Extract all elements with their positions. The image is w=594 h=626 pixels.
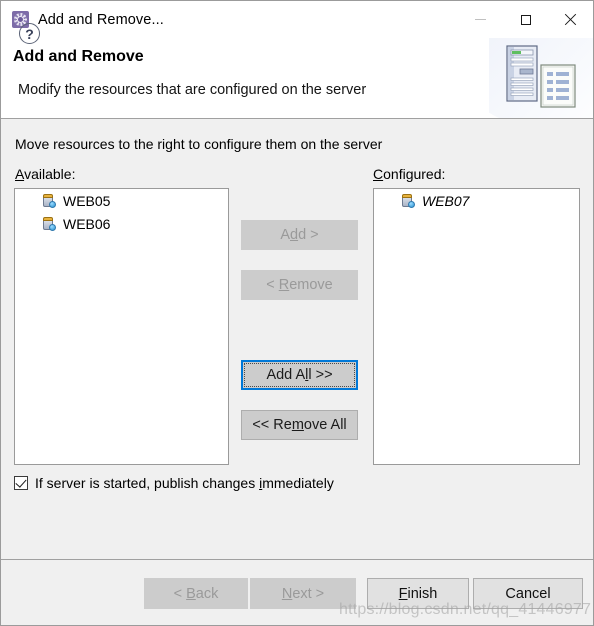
cancel-button[interactable]: Cancel xyxy=(473,578,583,609)
next-button-label-post: ext > xyxy=(292,585,325,602)
maximize-icon xyxy=(520,14,531,25)
available-label-rest: vailable: xyxy=(24,166,76,182)
back-button-label-post: ack xyxy=(195,585,219,602)
close-icon xyxy=(564,13,577,26)
next-button-mnemonic: N xyxy=(281,585,293,602)
configured-label: Configured: xyxy=(373,166,445,182)
dialog-content: Move resources to the right to configure… xyxy=(1,119,593,559)
publish-label-pre: If server is started, publish changes xyxy=(35,475,260,491)
wizard-header: Add and Remove Modify the resources that… xyxy=(1,38,593,119)
checkmark-icon xyxy=(15,476,27,488)
list-item-label: WEB07 xyxy=(422,192,470,209)
configured-label-mnemonic: C xyxy=(373,166,384,182)
help-icon[interactable]: ? xyxy=(19,23,40,44)
instruction-text: Move resources to the right to configure… xyxy=(15,136,383,152)
available-label-mnemonic: A xyxy=(15,166,25,182)
configured-label-rest: onfigured: xyxy=(383,166,446,182)
server-and-document-icon xyxy=(489,38,593,118)
finish-button-label-post: inish xyxy=(407,585,438,602)
maximize-button[interactable] xyxy=(503,1,548,38)
add-all-button-label-post: l >> xyxy=(308,367,333,383)
publish-immediately-label: If server is started, publish changes im… xyxy=(35,475,334,491)
remove-all-button-label-post: ove All xyxy=(303,417,347,433)
remove-button-mnemonic: R xyxy=(278,277,290,293)
page-title: Add and Remove xyxy=(13,48,144,65)
back-button[interactable]: < Back xyxy=(144,578,248,609)
back-button-mnemonic: B xyxy=(186,585,196,602)
list-item-label: WEB05 xyxy=(63,192,111,209)
window-title: Add and Remove... xyxy=(38,11,164,28)
add-all-button-label-pre: Add A xyxy=(266,367,306,383)
finish-button[interactable]: Finish xyxy=(367,578,469,609)
remove-all-button-label-pre: << Re xyxy=(252,417,292,433)
list-item[interactable]: WEB05 xyxy=(15,189,228,212)
configured-list[interactable]: WEB07 xyxy=(373,188,580,465)
remove-button-label-post: emove xyxy=(289,277,333,293)
next-button[interactable]: Next > xyxy=(250,578,356,609)
module-icon xyxy=(400,193,415,208)
minimize-icon xyxy=(475,19,486,20)
module-icon xyxy=(41,193,56,208)
publish-immediately-row[interactable]: If server is started, publish changes im… xyxy=(14,475,334,491)
window-controls xyxy=(458,1,593,38)
close-button[interactable] xyxy=(548,1,593,38)
add-button-label-post: d > xyxy=(298,227,319,243)
list-item[interactable]: WEB06 xyxy=(15,212,228,235)
remove-button-label-pre: < xyxy=(266,277,279,293)
remove-all-button-mnemonic: m xyxy=(291,417,304,433)
finish-button-mnemonic: F xyxy=(398,585,408,602)
publish-immediately-checkbox[interactable] xyxy=(14,476,28,490)
add-all-button[interactable]: Add All >> xyxy=(241,360,358,390)
list-item-label: WEB06 xyxy=(63,215,111,232)
title-bar: Add and Remove... xyxy=(1,1,593,38)
available-list[interactable]: WEB05 WEB06 xyxy=(14,188,229,465)
remove-button[interactable]: < Remove xyxy=(241,270,358,300)
back-button-label-pre: < xyxy=(173,585,187,602)
page-subtitle: Modify the resources that are configured… xyxy=(18,82,367,98)
minimize-button[interactable] xyxy=(458,1,503,38)
add-and-remove-dialog: Add and Remove... Add and Remove Modify … xyxy=(0,0,594,626)
add-button[interactable]: Add > xyxy=(241,220,358,250)
help-glyph: ? xyxy=(25,25,34,42)
publish-label-post: mmediately xyxy=(262,475,334,491)
add-button-label-pre: A xyxy=(280,227,291,243)
cancel-button-label-pre: Cancel xyxy=(505,585,551,602)
module-icon xyxy=(41,216,56,231)
available-label: Available: xyxy=(15,166,75,182)
add-button-mnemonic: d xyxy=(290,227,299,243)
remove-all-button[interactable]: << Remove All xyxy=(241,410,358,440)
list-item[interactable]: WEB07 xyxy=(374,189,579,212)
